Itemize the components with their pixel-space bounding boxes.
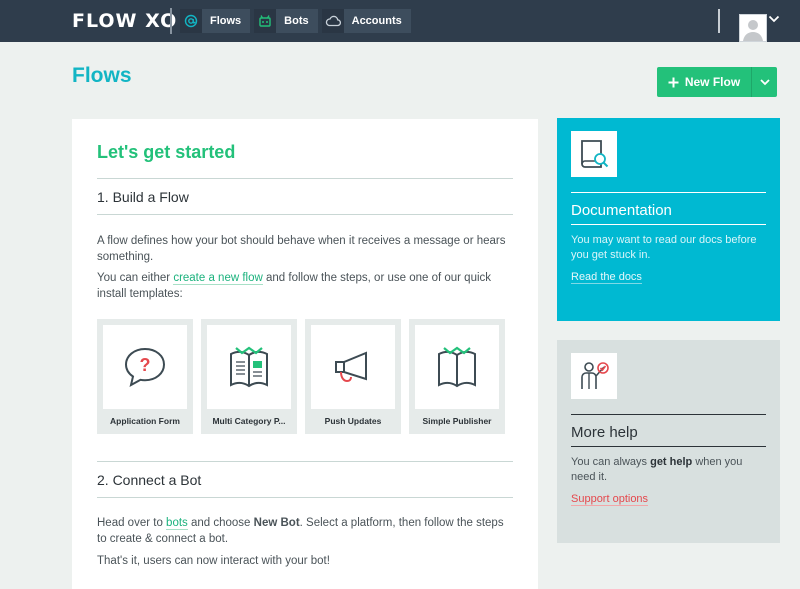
template-label: Push Updates: [324, 416, 382, 426]
new-flow-button[interactable]: New Flow: [657, 67, 751, 97]
main-nav-tabs: Flows Bots Accounts: [180, 9, 411, 33]
nav-tab-flows[interactable]: Flows: [180, 9, 251, 33]
account-divider: [718, 9, 720, 33]
template-gallery: ? Application Form Multi Category P... P…: [97, 319, 505, 434]
divider: [97, 497, 513, 498]
chevron-down-icon: [759, 78, 770, 85]
docs-book-icon: [571, 131, 617, 177]
catalog-book-icon: [207, 325, 291, 409]
bot-icon: [254, 9, 277, 33]
support-options-link[interactable]: Support options: [571, 493, 649, 506]
nav-tab-bots[interactable]: Bots: [254, 9, 318, 33]
nav-tab-label: Flows: [210, 15, 242, 27]
step-2-title: 2. Connect a Bot: [97, 472, 202, 488]
template-simple-publisher[interactable]: Simple Publisher: [409, 319, 505, 434]
nav-tab-label: Bots: [284, 15, 309, 27]
new-flow-label: New Flow: [684, 75, 741, 89]
new-bot-emphasis: New Bot: [253, 517, 300, 529]
template-label: Application Form: [110, 416, 180, 426]
step-1-title: 1. Build a Flow: [97, 189, 189, 205]
create-new-flow-link[interactable]: create a new flow: [173, 272, 263, 285]
template-label: Simple Publisher: [422, 416, 492, 426]
step-2-conclusion: That's it, users can now interact with y…: [97, 555, 330, 567]
user-silhouette-icon: [743, 20, 763, 41]
read-the-docs-link[interactable]: Read the docs: [571, 271, 642, 284]
bots-link[interactable]: bots: [166, 517, 188, 530]
text-segment: You can either: [97, 272, 174, 284]
open-book-icon: [415, 325, 499, 409]
logo-divider: [170, 8, 172, 34]
nav-tab-accounts[interactable]: Accounts: [321, 9, 411, 33]
text-segment: You can always: [571, 456, 651, 468]
documentation-card: Documentation You may want to read our d…: [557, 118, 780, 321]
step-1-description: A flow defines how your bot should behav…: [97, 235, 506, 263]
getting-started-heading: Let's get started: [97, 142, 236, 162]
megaphone-icon: [311, 325, 395, 409]
divider: [97, 461, 513, 462]
documentation-title: Documentation: [571, 202, 672, 219]
divider: [571, 192, 766, 193]
text-segment: Head over to: [97, 517, 167, 529]
new-flow-button-group: New Flow: [657, 67, 777, 97]
chevron-down-icon[interactable]: [768, 10, 780, 28]
question-bubble-icon: ?: [103, 325, 187, 409]
get-help-emphasis: get help: [650, 456, 693, 468]
svg-text:?: ?: [140, 355, 151, 375]
divider: [97, 214, 513, 215]
new-flow-dropdown-toggle[interactable]: [752, 67, 777, 97]
template-application-form[interactable]: ? Application Form: [97, 319, 193, 434]
page-title: Flows: [72, 64, 132, 87]
divider: [97, 178, 513, 179]
user-avatar[interactable]: [739, 14, 767, 42]
nav-tab-label: Accounts: [351, 15, 402, 27]
plus-icon: [668, 77, 679, 87]
step-2-instructions: Head over to bots and choose New Bot. Se…: [97, 515, 513, 547]
cloud-icon: [321, 9, 344, 33]
text-segment: and choose: [187, 517, 254, 529]
step-1-instructions: You can either create a new flow and fol…: [97, 270, 513, 302]
template-multi-category[interactable]: Multi Category P...: [201, 319, 297, 434]
support-person-icon: [571, 353, 617, 399]
getting-started-card: Let's get started 1. Build a Flow A flow…: [72, 119, 538, 589]
more-help-title: More help: [571, 424, 638, 441]
top-navigation-bar: FLOW XO Flows Bots Accounts: [0, 0, 800, 42]
template-push-updates[interactable]: Push Updates: [305, 319, 401, 434]
flowxo-logo[interactable]: FLOW XO: [72, 10, 177, 32]
divider: [571, 224, 766, 225]
at-icon: [180, 9, 202, 33]
documentation-text: You may want to read our docs before you…: [571, 234, 757, 261]
template-label: Multi Category P...: [212, 416, 286, 426]
more-help-card: More help You can always get help when y…: [557, 340, 780, 543]
divider: [571, 446, 766, 447]
more-help-text: You can always get help when you need it…: [571, 455, 767, 485]
divider: [571, 414, 766, 415]
